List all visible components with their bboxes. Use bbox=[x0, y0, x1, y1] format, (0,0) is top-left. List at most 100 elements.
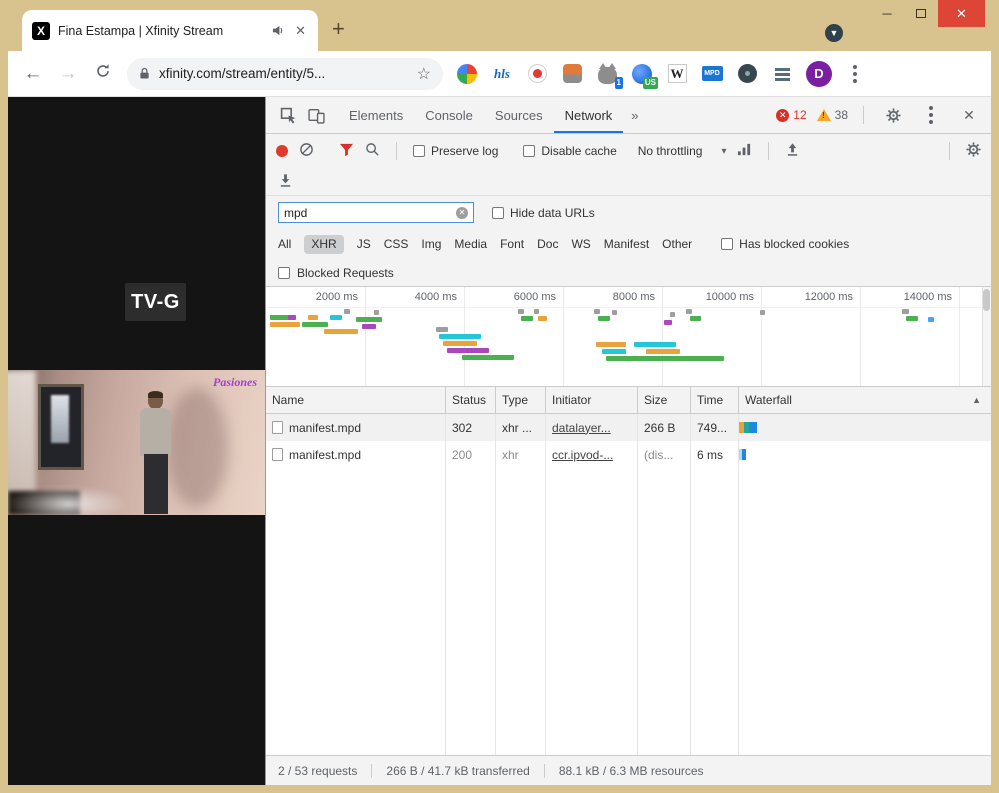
clear-button[interactable] bbox=[299, 142, 314, 160]
disable-cache-label: Disable cache bbox=[541, 144, 617, 158]
window-maximize-button[interactable] bbox=[904, 0, 938, 27]
filter-pill-all[interactable]: All bbox=[278, 237, 291, 251]
filter-toggle-button[interactable] bbox=[339, 142, 354, 160]
network-overview[interactable]: 2000 ms 4000 ms 6000 ms 8000 ms 10000 ms 1200… bbox=[266, 287, 991, 387]
playlist-icon bbox=[774, 68, 790, 71]
waterfall-segment bbox=[749, 422, 757, 433]
export-har-button[interactable] bbox=[278, 173, 293, 191]
request-row[interactable]: manifest.mpd 302 xhr ... datalayer... 26… bbox=[266, 414, 991, 441]
preserve-log-checkbox[interactable] bbox=[413, 145, 425, 157]
clear-filter-icon[interactable]: ✕ bbox=[456, 206, 468, 219]
lock-icon bbox=[140, 67, 149, 79]
devtools-menu-button[interactable] bbox=[917, 113, 945, 117]
window-titlebar: X Fina Estampa | Xfinity Stream ✕ + ▼ ─ … bbox=[0, 0, 999, 51]
network-toolbar-overflow bbox=[266, 168, 991, 196]
forward-button[interactable]: → bbox=[57, 63, 79, 85]
hls-extension-icon[interactable]: hls bbox=[491, 63, 513, 85]
request-name-cell[interactable]: manifest.mpd bbox=[266, 441, 446, 468]
network-filter-row: ✕ Hide data URLs bbox=[266, 196, 991, 229]
column-header-time[interactable]: Time bbox=[691, 387, 739, 413]
badger-extension-icon[interactable] bbox=[561, 63, 583, 85]
throttling-value: No throttling bbox=[637, 144, 703, 158]
request-status-cell: 302 bbox=[446, 414, 496, 441]
profile-avatar[interactable]: D bbox=[806, 60, 832, 87]
filter-pill-doc[interactable]: Doc bbox=[537, 237, 558, 251]
reload-button[interactable] bbox=[92, 63, 114, 85]
record-button[interactable] bbox=[276, 145, 288, 157]
filter-pill-ws[interactable]: WS bbox=[571, 237, 590, 251]
warning-badge[interactable]: 38 bbox=[816, 108, 848, 122]
cat-extension-icon[interactable]: 1 bbox=[596, 62, 623, 89]
tab-elements[interactable]: Elements bbox=[338, 97, 414, 133]
filter-pill-media[interactable]: Media bbox=[454, 237, 487, 251]
wikipedia-icon: W bbox=[667, 64, 687, 83]
column-header-name[interactable]: Name bbox=[266, 387, 446, 413]
browser-menu-button[interactable] bbox=[853, 71, 857, 76]
video-player[interactable]: TV-G Pasiones bbox=[8, 97, 265, 785]
network-settings-button[interactable] bbox=[966, 142, 981, 160]
blocked-requests-checkbox[interactable] bbox=[278, 266, 290, 279]
device-toolbar-button[interactable] bbox=[302, 97, 330, 133]
filter-pill-css[interactable]: CSS bbox=[384, 237, 409, 251]
overview-request-bar bbox=[374, 310, 379, 315]
initiator-link[interactable]: ccr.ipvod-... bbox=[552, 448, 613, 462]
filter-pill-js[interactable]: JS bbox=[357, 237, 371, 251]
window-close-button[interactable]: ✕ bbox=[938, 0, 985, 27]
playlist-extension-icon[interactable] bbox=[771, 63, 793, 85]
video-thumbnail[interactable]: Pasiones bbox=[8, 370, 265, 515]
column-header-initiator[interactable]: Initiator bbox=[546, 387, 638, 413]
column-header-waterfall[interactable]: Waterfall ▲ bbox=[739, 387, 991, 413]
vpn-extension-icon[interactable]: US bbox=[631, 63, 658, 89]
bookmark-star-icon[interactable]: ☆ bbox=[417, 64, 431, 84]
filter-pill-other[interactable]: Other bbox=[662, 237, 692, 251]
request-row[interactable]: manifest.mpd 200 xhr ccr.ipvod-... (dis.… bbox=[266, 441, 991, 468]
hls-icon-label: hls bbox=[494, 65, 510, 81]
overview-request-bar bbox=[686, 309, 692, 314]
filter-pill-img[interactable]: Img bbox=[421, 237, 441, 251]
devtools-settings-button[interactable] bbox=[879, 107, 907, 123]
throttling-select[interactable]: No throttling ▾ bbox=[638, 144, 727, 158]
request-initiator-cell: datalayer... bbox=[546, 414, 638, 441]
new-tab-button[interactable]: + bbox=[332, 16, 345, 42]
wikipedia-extension-icon[interactable]: W bbox=[666, 63, 688, 85]
gear-icon bbox=[885, 107, 901, 123]
hide-data-urls-checkbox[interactable] bbox=[492, 206, 504, 219]
request-name-cell[interactable]: manifest.mpd bbox=[266, 414, 446, 441]
tab-close-button[interactable]: ✕ bbox=[293, 21, 308, 41]
inspect-element-button[interactable] bbox=[274, 97, 302, 133]
filter-pill-manifest[interactable]: Manifest bbox=[604, 237, 649, 251]
has-blocked-cookies-checkbox[interactable] bbox=[721, 238, 734, 250]
browser-tab[interactable]: X Fina Estampa | Xfinity Stream ✕ bbox=[22, 10, 318, 51]
scrollbar-thumb[interactable] bbox=[983, 289, 990, 311]
overview-request-bar bbox=[612, 310, 617, 315]
disable-cache-checkbox[interactable] bbox=[523, 145, 536, 157]
column-header-size[interactable]: Size bbox=[638, 387, 691, 413]
column-header-status[interactable]: Status bbox=[446, 387, 496, 413]
back-button[interactable]: ← bbox=[22, 63, 44, 85]
tab-audio-icon[interactable] bbox=[272, 24, 285, 37]
error-badge[interactable]: ✕ 12 bbox=[776, 108, 807, 122]
tab-console[interactable]: Console bbox=[414, 97, 484, 133]
devtools-close-button[interactable]: ✕ bbox=[955, 107, 983, 124]
filter-input[interactable] bbox=[284, 205, 452, 220]
column-header-type[interactable]: Type bbox=[496, 387, 546, 413]
filter-pill-xhr[interactable]: XHR bbox=[304, 234, 344, 254]
url-text[interactable]: xfinity.com/stream/entity/5... bbox=[159, 66, 408, 81]
tab-network[interactable]: Network bbox=[554, 97, 624, 133]
update-arrow-icon[interactable]: ▼ bbox=[825, 24, 843, 42]
search-button[interactable] bbox=[365, 142, 380, 160]
spider-extension-icon[interactable] bbox=[736, 63, 758, 85]
palette-extension-icon[interactable] bbox=[456, 63, 478, 85]
tab-sources[interactable]: Sources bbox=[484, 97, 554, 133]
request-waterfall-cell bbox=[739, 414, 991, 441]
mpd-extension-icon[interactable]: MPD bbox=[701, 63, 723, 85]
filter-pill-font[interactable]: Font bbox=[500, 237, 524, 251]
import-har-button[interactable] bbox=[785, 142, 800, 160]
overview-scrollbar[interactable] bbox=[982, 287, 991, 386]
address-bar[interactable]: xfinity.com/stream/entity/5... ☆ bbox=[127, 57, 443, 90]
more-tabs-button[interactable]: » bbox=[623, 108, 646, 123]
window-minimize-button[interactable]: ─ bbox=[870, 0, 904, 27]
network-conditions-button[interactable] bbox=[737, 142, 752, 160]
initiator-link[interactable]: datalayer... bbox=[552, 421, 611, 435]
recorder-extension-icon[interactable] bbox=[526, 63, 548, 85]
